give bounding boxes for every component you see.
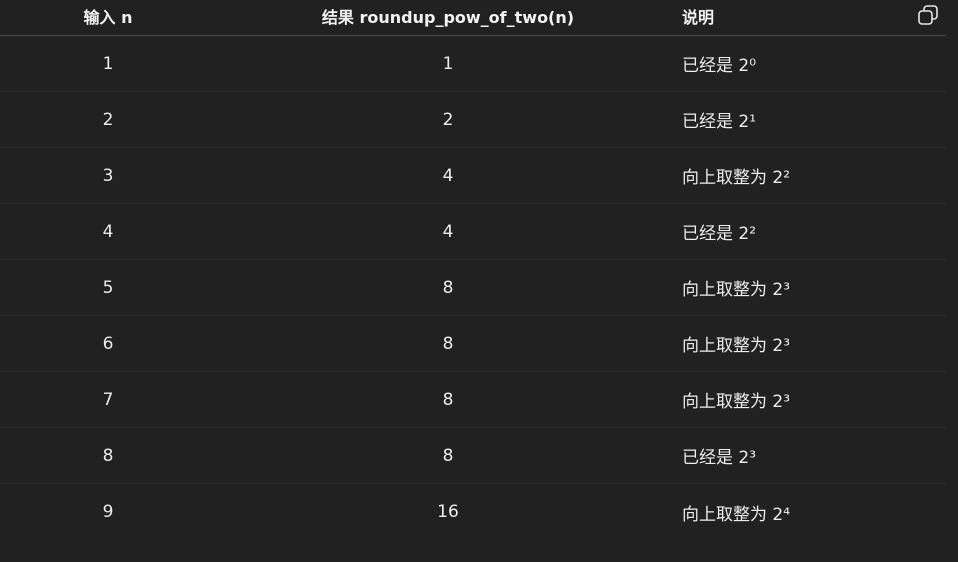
- cell-result: 1: [442, 53, 454, 74]
- cell-input-n: 7: [102, 389, 114, 410]
- cell-input-n: 4: [102, 221, 114, 242]
- cell-input-n: 6: [102, 333, 114, 354]
- table-row: 1 1 已经是 2⁰: [0, 36, 946, 92]
- cell-result: 8: [442, 277, 454, 298]
- table-row: 3 4 向上取整为 2²: [0, 148, 946, 204]
- header-description: 说明: [682, 8, 715, 27]
- cell-input-n: 1: [102, 53, 114, 74]
- cell-description: 已经是 2³: [682, 448, 757, 468]
- cell-result: 8: [442, 445, 454, 466]
- table-row: 4 4 已经是 2²: [0, 204, 946, 260]
- table-row: 8 8 已经是 2³: [0, 428, 946, 484]
- copy-button[interactable]: [916, 3, 940, 27]
- cell-input-n: 5: [102, 277, 114, 298]
- cell-result: 8: [442, 333, 454, 354]
- cell-input-n: 8: [102, 445, 114, 466]
- cell-description: 向上取整为 2²: [682, 168, 791, 188]
- table-row: 7 8 向上取整为 2³: [0, 372, 946, 428]
- header-input-n: 输入 n: [83, 8, 133, 27]
- cell-result: 8: [442, 389, 454, 410]
- cell-description: 已经是 2²: [682, 224, 757, 244]
- table-row: 2 2 已经是 2¹: [0, 92, 946, 148]
- cell-description: 已经是 2⁰: [682, 56, 757, 76]
- cell-result: 4: [442, 165, 454, 186]
- table-row: 6 8 向上取整为 2³: [0, 316, 946, 372]
- cell-description: 向上取整为 2³: [682, 336, 791, 356]
- cell-input-n: 2: [102, 109, 114, 130]
- cell-input-n: 3: [102, 165, 114, 186]
- table-row: 5 8 向上取整为 2³: [0, 260, 946, 316]
- cell-description: 已经是 2¹: [682, 112, 757, 132]
- cell-result: 4: [442, 221, 454, 242]
- cell-description: 向上取整为 2³: [682, 280, 791, 300]
- table-header: 输入 n 结果 roundup_pow_of_two(n) 说明: [0, 0, 946, 36]
- cell-result: 16: [437, 502, 459, 522]
- header-result: 结果 roundup_pow_of_two(n): [321, 8, 575, 27]
- table-row: 9 16 向上取整为 2⁴: [0, 484, 946, 540]
- cell-description: 向上取整为 2⁴: [682, 504, 791, 525]
- cell-input-n: 9: [102, 502, 114, 522]
- cell-result: 2: [442, 109, 454, 130]
- copy-icon: [918, 5, 938, 25]
- cell-description: 向上取整为 2³: [682, 392, 791, 412]
- results-table: 输入 n 结果 roundup_pow_of_two(n) 说明 1 1 已经是…: [0, 0, 946, 540]
